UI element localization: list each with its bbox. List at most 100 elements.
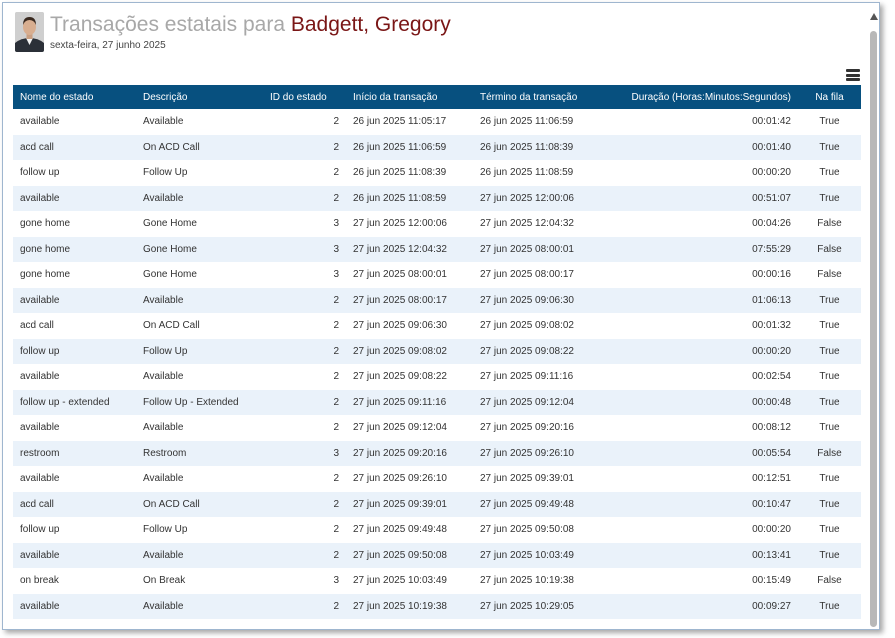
cell-state-id: 2 [333,422,339,434]
cell-state-name: on break [20,575,59,587]
column-header-description[interactable]: Descrição [136,85,263,109]
cell-state-id: 2 [333,167,339,179]
table-row[interactable]: follow up - extended Follow Up - Extended… [13,389,861,415]
cell-duration: 00:00:20 [752,345,791,357]
cell-state-name: available [20,600,60,612]
cell-duration: 00:00:20 [752,167,791,179]
cell-start: 26 jun 2025 11:06:59 [353,141,447,153]
cell-duration: 00:10:47 [752,498,791,510]
column-header-duration[interactable]: Duração (Horas:Minutos:Segundos) [600,85,798,109]
cell-state-id: 2 [333,524,339,536]
cell-start: 27 jun 2025 10:19:38 [353,600,447,612]
cell-in-queue: False [817,218,842,230]
cell-start: 27 jun 2025 12:04:32 [353,243,447,255]
cell-state-id: 2 [333,320,339,332]
cell-description: Gone Home [143,218,197,230]
transactions-table-container: Nome do estado Descrição ID do estado In… [13,85,861,629]
cell-state-id: 3 [333,218,339,230]
hamburger-menu-icon[interactable] [846,69,860,81]
cell-in-queue: True [819,600,840,612]
cell-state-id: 2 [333,345,339,357]
table-row[interactable]: available Available 2 26 jun 2025 11:05:17 2… [13,109,861,135]
scrollbar-thumb[interactable] [870,31,877,627]
cell-description: Available [143,600,184,612]
cell-duration: 00:05:54 [752,447,791,459]
cell-duration: 00:01:42 [752,116,791,128]
cell-start: 27 jun 2025 09:49:48 [353,524,447,536]
table-row[interactable]: follow up Follow Up 2 27 jun 2025 09:08:02 2… [13,338,861,364]
cell-end: 27 jun 2025 09:20:16 [480,422,574,434]
column-header-in-queue[interactable]: Na fila [798,85,861,109]
table-row[interactable]: available Available 2 27 jun 2025 10:19:38 2… [13,593,861,619]
cell-end: 27 jun 2025 09:49:48 [480,498,574,510]
title-prefix: Transações estatais para [50,13,291,36]
table-row[interactable]: available Available 2 27 jun 2025 08:00:17 2… [13,287,861,313]
cell-duration: 00:51:07 [752,192,791,204]
cell-description: Available [143,116,184,128]
cell-duration: 00:08:12 [752,422,791,434]
cell-end: 27 jun 2025 10:03:49 [480,549,574,561]
cell-state-name: follow up - extended [20,396,110,408]
cell-state-id: 3 [333,269,339,281]
cell-description: Available [143,294,184,306]
table-row[interactable]: available Available 2 27 jun 2025 09:12:04 2… [13,415,861,441]
cell-in-queue: False [817,269,842,281]
cell-state-name: gone home [20,269,71,281]
cell-state-name: available [20,294,60,306]
cell-end: 27 jun 2025 09:50:08 [480,524,574,536]
cell-duration: 00:13:41 [752,549,791,561]
cell-in-queue: True [819,396,840,408]
chevron-up-icon[interactable] [870,13,878,20]
cell-state-id: 2 [333,371,339,383]
cell-description: On ACD Call [143,320,200,332]
cell-state-id: 2 [333,116,339,128]
cell-state-name: restroom [20,447,60,459]
column-header-state-id[interactable]: ID do estado [263,85,346,109]
cell-duration: 00:15:49 [752,575,791,587]
cell-state-id: 2 [333,498,339,510]
cell-in-queue: False [817,243,842,255]
cell-state-id: 2 [333,192,339,204]
vertical-scrollbar[interactable] [867,9,879,629]
cell-state-name: available [20,116,60,128]
table-row[interactable]: restroom Restroom 3 27 jun 2025 09:20:16 27 … [13,440,861,466]
cell-end: 27 jun 2025 09:26:10 [480,447,574,459]
cell-state-id: 2 [333,473,339,485]
report-date: sexta-feira, 27 junho 2025 [50,40,166,51]
table-row[interactable]: gone home Gone Home 3 27 jun 2025 12:04:32 2… [13,236,861,262]
cell-end: 27 jun 2025 09:39:01 [480,473,574,485]
cell-duration: 00:00:16 [752,269,791,281]
cell-description: Available [143,549,184,561]
cell-description: Restroom [143,447,187,459]
cell-in-queue: True [819,473,840,485]
table-row[interactable]: available Available 2 27 jun 2025 09:08:22 2… [13,364,861,390]
table-row[interactable]: gone home Gone Home 3 27 jun 2025 08:00:01 2… [13,262,861,288]
column-header-start[interactable]: Início da transação [346,85,473,109]
cell-start: 27 jun 2025 09:08:22 [353,371,447,383]
table-row[interactable]: on break On Break 3 27 jun 2025 10:03:49 27 … [13,568,861,594]
cell-in-queue: True [819,294,840,306]
column-header-state-name[interactable]: Nome do estado [13,85,136,109]
cell-in-queue: True [819,192,840,204]
table-row[interactable]: acd call On ACD Call 2 27 jun 2025 09:39:01… [13,491,861,517]
column-header-end[interactable]: Término da transação [473,85,600,109]
cell-in-queue: False [817,447,842,459]
table-row[interactable]: follow up Follow Up 2 26 jun 2025 11:08:39 2… [13,160,861,186]
cell-state-id: 2 [333,396,339,408]
table-row[interactable]: available Available 2 27 jun 2025 09:50:08 2… [13,542,861,568]
cell-state-name: acd call [20,141,54,153]
table-row[interactable]: follow up Follow Up 2 27 jun 2025 09:49:48 2… [13,517,861,543]
cell-end: 27 jun 2025 09:08:02 [480,320,574,332]
cell-end: 27 jun 2025 10:29:05 [480,600,574,612]
report-window: Transações estatais para Badgett, Gregor… [2,2,880,630]
cell-state-id: 2 [333,141,339,153]
cell-start: 26 jun 2025 11:08:39 [353,167,447,179]
table-row[interactable]: acd call On ACD Call 2 27 jun 2025 09:06:30… [13,313,861,339]
cell-description: Gone Home [143,243,197,255]
cell-end: 27 jun 2025 09:06:30 [480,294,574,306]
table-row[interactable]: available Available 2 26 jun 2025 11:08:59 2… [13,185,861,211]
table-row[interactable]: gone home Gone Home 3 27 jun 2025 12:00:06 2… [13,211,861,237]
cell-state-id: 3 [333,575,339,587]
table-row[interactable]: acd call On ACD Call 2 26 jun 2025 11:06:59… [13,134,861,160]
table-row[interactable]: available Available 2 27 jun 2025 09:26:10 2… [13,466,861,492]
